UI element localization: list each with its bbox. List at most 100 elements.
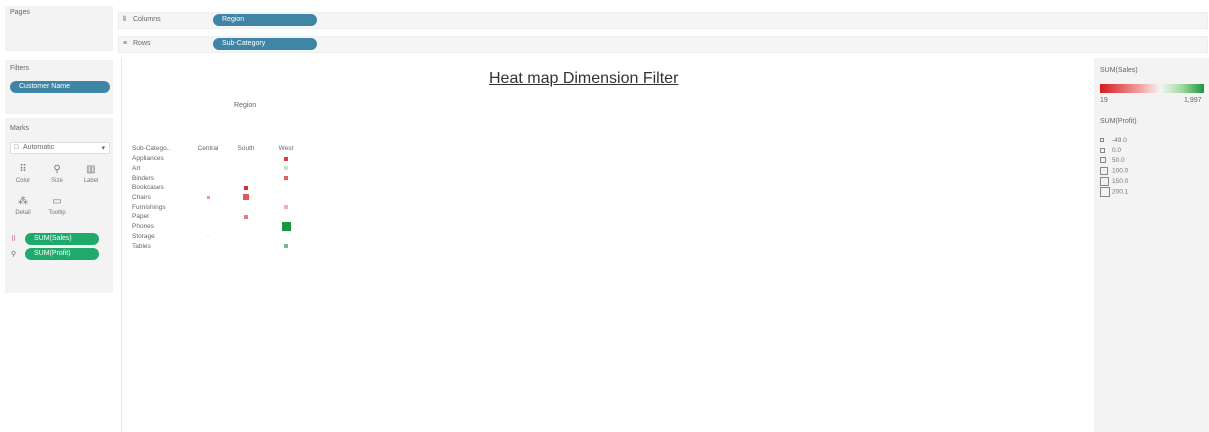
row-label[interactable]: Binders — [132, 173, 190, 183]
marks-field-sum-profit[interactable]: SUM(Profit) — [25, 248, 99, 260]
profit-legend-item[interactable]: -49.0 — [1100, 137, 1127, 144]
heatmap-mark[interactable] — [284, 176, 288, 180]
profit-legend-item[interactable]: 100.0 — [1100, 167, 1128, 175]
heatmap-cell[interactable] — [266, 183, 306, 193]
size-button[interactable]: ⚲ Size — [45, 164, 69, 192]
color-button[interactable]: ⠿ Color — [11, 164, 35, 192]
label-button[interactable]: ▥ Label — [79, 164, 103, 192]
row-label[interactable]: Chairs — [132, 193, 190, 203]
columns-pill-region[interactable]: Region — [213, 14, 317, 26]
heatmap-cell[interactable] — [266, 173, 306, 183]
heatmap-cell[interactable] — [226, 241, 266, 251]
view-title: Heat map Dimension Filter — [489, 70, 679, 87]
rows-pill-sub-category[interactable]: Sub-Category — [213, 38, 317, 50]
pages-card[interactable]: Pages — [5, 6, 113, 51]
profit-legend-label: 0.0 — [1111, 147, 1122, 154]
color-icon: ⠿ — [19, 164, 27, 175]
row-label[interactable]: Storage — [132, 232, 190, 242]
heatmap-mark[interactable] — [284, 156, 288, 161]
heatmap-cell[interactable] — [266, 154, 306, 164]
size-button-label: Size — [51, 178, 63, 184]
heatmap-cell[interactable] — [190, 154, 226, 164]
heatmap-cell[interactable] — [226, 212, 266, 222]
heatmap-mark[interactable] — [206, 195, 210, 199]
heatmap-mark[interactable] — [206, 234, 210, 238]
row-label[interactable]: Appliances — [132, 154, 190, 164]
column-header-west[interactable]: West — [266, 143, 306, 154]
heatmap-cell[interactable] — [190, 202, 226, 212]
sales-color-ramp[interactable] — [1100, 84, 1204, 93]
rows-icon: ≡ — [123, 40, 128, 47]
heatmap-cell[interactable] — [190, 183, 226, 193]
table-row: Tables — [132, 241, 306, 251]
heatmap-cell[interactable] — [266, 222, 306, 232]
color-encoding-icon: ⠿ — [11, 236, 17, 243]
rows-shelf[interactable]: ≡ Rows Sub-Category — [118, 36, 1208, 53]
column-header-central[interactable]: Central — [190, 143, 226, 154]
marks-card[interactable]: Marks □ Automatic ▾ ⠿ Color ⚲ Size ▥ Lab… — [5, 118, 113, 293]
legends-panel — [1094, 58, 1209, 432]
heatmap-mark[interactable] — [284, 243, 288, 248]
mark-type-icon: □ — [14, 144, 19, 151]
row-label[interactable]: Phones — [132, 222, 190, 232]
tooltip-button[interactable]: ▭ Tooltip — [45, 196, 69, 224]
profit-legend-item[interactable]: 0.0 — [1100, 147, 1121, 154]
sales-legend-max: 1,997 — [1184, 97, 1202, 104]
profit-legend-label: -49.0 — [1112, 137, 1127, 144]
heatmap-cell[interactable] — [190, 232, 226, 242]
heatmap-cell[interactable] — [266, 241, 306, 251]
heatmap-cell[interactable] — [226, 222, 266, 232]
table-row: Binders — [132, 173, 306, 183]
filters-card[interactable]: Filters Customer Name — [5, 60, 113, 114]
heatmap-cell[interactable] — [190, 241, 226, 251]
columns-label: Columns — [133, 16, 161, 23]
heatmap-cell[interactable] — [190, 222, 226, 232]
tooltip-icon: ▭ — [52, 196, 62, 207]
heatmap-cell[interactable] — [266, 212, 306, 222]
profit-legend-item[interactable]: 50.0 — [1100, 157, 1125, 164]
heatmap-cell[interactable] — [266, 193, 306, 203]
heatmap-mark[interactable] — [244, 185, 248, 190]
profit-legend-label: 50.0 — [1111, 157, 1125, 164]
heatmap-cell[interactable] — [190, 193, 226, 203]
heatmap-cell[interactable] — [266, 164, 306, 174]
row-header[interactable]: Sub-Catego.. — [132, 143, 190, 154]
profit-legend-label: 150.0 — [1111, 178, 1129, 186]
heatmap-cell[interactable] — [190, 212, 226, 222]
heatmap-cell[interactable] — [226, 183, 266, 193]
heatmap-mark[interactable] — [243, 194, 249, 201]
size-swatch-icon — [1100, 177, 1109, 186]
marks-field-sum-sales[interactable]: SUM(Sales) — [25, 233, 99, 245]
heatmap-cell[interactable] — [266, 232, 306, 242]
size-swatch-icon — [1100, 187, 1110, 197]
color-button-label: Color — [15, 178, 31, 184]
heatmap-cell[interactable] — [226, 193, 266, 203]
columns-shelf[interactable]: ⦀ Columns Region — [118, 12, 1208, 29]
row-label[interactable]: Paper — [132, 212, 190, 222]
table-row: Bookcases — [132, 183, 306, 193]
profit-legend-item[interactable]: 200.1 — [1100, 187, 1128, 197]
heatmap-cell[interactable] — [190, 173, 226, 183]
heatmap-mark[interactable] — [284, 205, 288, 210]
heatmap-cell[interactable] — [226, 154, 266, 164]
heatmap-mark[interactable] — [284, 166, 288, 171]
detail-button[interactable]: ⁂ Detail — [11, 196, 35, 224]
row-label[interactable]: Furnishings — [132, 202, 190, 212]
heatmap-mark[interactable] — [244, 214, 248, 219]
heatmap-cell[interactable] — [226, 164, 266, 174]
heatmap-cell[interactable] — [226, 202, 266, 212]
heatmap-cell[interactable] — [266, 202, 306, 212]
filter-pill-customer-name[interactable]: Customer Name — [10, 81, 110, 93]
heatmap-cell[interactable] — [190, 164, 226, 174]
mark-type-dropdown[interactable]: □ Automatic ▾ — [10, 142, 110, 154]
column-header-south[interactable]: South — [226, 143, 266, 154]
row-label[interactable]: Tables — [132, 241, 190, 251]
heatmap-cell[interactable] — [226, 173, 266, 183]
marks-title: Marks — [10, 125, 30, 132]
row-label[interactable]: Bookcases — [132, 183, 190, 193]
size-swatch-icon — [1100, 157, 1107, 164]
row-label[interactable]: Art — [132, 164, 190, 174]
heatmap-mark[interactable] — [281, 222, 291, 232]
profit-legend-item[interactable]: 150.0 — [1100, 177, 1128, 186]
heatmap-cell[interactable] — [226, 232, 266, 242]
